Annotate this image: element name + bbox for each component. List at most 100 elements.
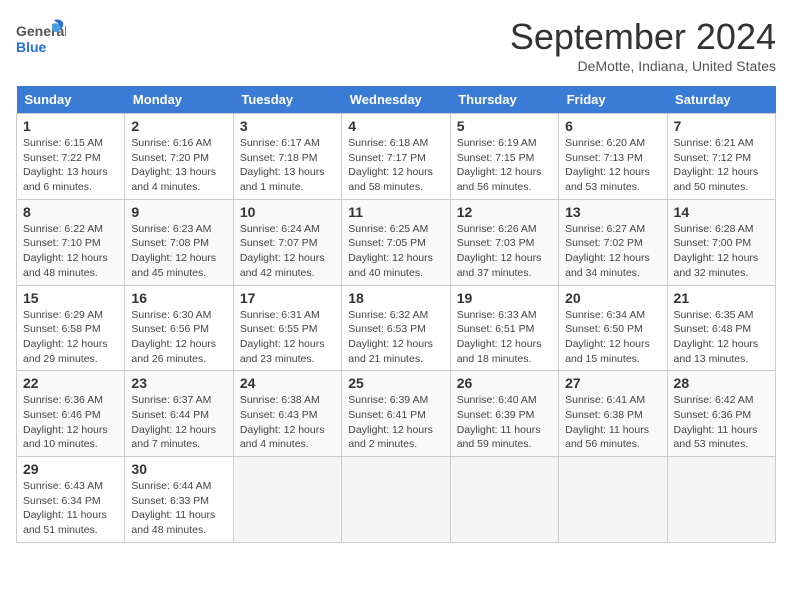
col-header-friday: Friday [559, 86, 667, 114]
calendar-cell: 21 Sunrise: 6:35 AMSunset: 6:48 PMDayligh… [667, 285, 775, 371]
calendar-header: SundayMondayTuesdayWednesdayThursdayFrid… [17, 86, 776, 114]
day-detail: Sunrise: 6:43 AMSunset: 6:34 PMDaylight:… [23, 479, 118, 538]
col-header-sunday: Sunday [17, 86, 125, 114]
calendar-cell: 16 Sunrise: 6:30 AMSunset: 6:56 PMDayligh… [125, 285, 233, 371]
day-number: 9 [131, 204, 226, 220]
calendar-cell: 30 Sunrise: 6:44 AMSunset: 6:33 PMDayligh… [125, 457, 233, 543]
calendar-cell: 22 Sunrise: 6:36 AMSunset: 6:46 PMDayligh… [17, 371, 125, 457]
day-number: 18 [348, 290, 443, 306]
calendar-cell [667, 457, 775, 543]
day-number: 30 [131, 461, 226, 477]
day-detail: Sunrise: 6:23 AMSunset: 7:08 PMDaylight:… [131, 222, 226, 281]
calendar-cell: 2 Sunrise: 6:16 AMSunset: 7:20 PMDaylight… [125, 114, 233, 200]
day-number: 3 [240, 118, 335, 134]
logo: General Blue [16, 16, 66, 66]
calendar-cell: 18 Sunrise: 6:32 AMSunset: 6:53 PMDayligh… [342, 285, 450, 371]
calendar-week-2: 8 Sunrise: 6:22 AMSunset: 7:10 PMDaylight… [17, 199, 776, 285]
day-number: 17 [240, 290, 335, 306]
day-detail: Sunrise: 6:37 AMSunset: 6:44 PMDaylight:… [131, 393, 226, 452]
day-number: 8 [23, 204, 118, 220]
day-detail: Sunrise: 6:39 AMSunset: 6:41 PMDaylight:… [348, 393, 443, 452]
day-detail: Sunrise: 6:40 AMSunset: 6:39 PMDaylight:… [457, 393, 552, 452]
day-detail: Sunrise: 6:42 AMSunset: 6:36 PMDaylight:… [674, 393, 769, 452]
day-number: 25 [348, 375, 443, 391]
calendar-cell: 9 Sunrise: 6:23 AMSunset: 7:08 PMDaylight… [125, 199, 233, 285]
day-detail: Sunrise: 6:19 AMSunset: 7:15 PMDaylight:… [457, 136, 552, 195]
day-number: 28 [674, 375, 769, 391]
day-detail: Sunrise: 6:32 AMSunset: 6:53 PMDaylight:… [348, 308, 443, 367]
calendar-cell: 17 Sunrise: 6:31 AMSunset: 6:55 PMDayligh… [233, 285, 341, 371]
col-header-tuesday: Tuesday [233, 86, 341, 114]
calendar-cell: 19Sunrise: 6:33 AMSunset: 6:51 PMDayligh… [450, 285, 558, 371]
day-number: 12 [457, 204, 552, 220]
calendar-cell [233, 457, 341, 543]
col-header-thursday: Thursday [450, 86, 558, 114]
day-detail: Sunrise: 6:20 AMSunset: 7:13 PMDaylight:… [565, 136, 660, 195]
day-detail: Sunrise: 6:21 AMSunset: 7:12 PMDaylight:… [674, 136, 769, 195]
day-number: 29 [23, 461, 118, 477]
calendar-cell: 20 Sunrise: 6:34 AMSunset: 6:50 PMDayligh… [559, 285, 667, 371]
calendar-cell: 15 Sunrise: 6:29 AMSunset: 6:58 PMDayligh… [17, 285, 125, 371]
calendar-cell: 28 Sunrise: 6:42 AMSunset: 6:36 PMDayligh… [667, 371, 775, 457]
day-number: 16 [131, 290, 226, 306]
col-header-monday: Monday [125, 86, 233, 114]
location: DeMotte, Indiana, United States [510, 58, 776, 74]
day-number: 23 [131, 375, 226, 391]
calendar-week-4: 22 Sunrise: 6:36 AMSunset: 6:46 PMDayligh… [17, 371, 776, 457]
day-detail: Sunrise: 6:24 AMSunset: 7:07 PMDaylight:… [240, 222, 335, 281]
day-number: 2 [131, 118, 226, 134]
calendar-body: 1Sunrise: 6:15 AMSunset: 7:22 PMDaylight… [17, 114, 776, 543]
day-number: 13 [565, 204, 660, 220]
calendar-cell: 24Sunrise: 6:38 AMSunset: 6:43 PMDayligh… [233, 371, 341, 457]
day-detail: Sunrise: 6:30 AMSunset: 6:56 PMDaylight:… [131, 308, 226, 367]
calendar-cell: 27 Sunrise: 6:41 AMSunset: 6:38 PMDayligh… [559, 371, 667, 457]
calendar-cell [559, 457, 667, 543]
day-number: 20 [565, 290, 660, 306]
day-detail: Sunrise: 6:29 AMSunset: 6:58 PMDaylight:… [23, 308, 118, 367]
calendar-cell: 4Sunrise: 6:18 AMSunset: 7:17 PMDaylight… [342, 114, 450, 200]
calendar-cell: 1Sunrise: 6:15 AMSunset: 7:22 PMDaylight… [17, 114, 125, 200]
calendar-cell: 23 Sunrise: 6:37 AMSunset: 6:44 PMDayligh… [125, 371, 233, 457]
page-header: General Blue September 2024 DeMotte, Ind… [16, 16, 776, 74]
day-number: 22 [23, 375, 118, 391]
day-number: 21 [674, 290, 769, 306]
calendar-cell: 10 Sunrise: 6:24 AMSunset: 7:07 PMDayligh… [233, 199, 341, 285]
day-detail: Sunrise: 6:41 AMSunset: 6:38 PMDaylight:… [565, 393, 660, 452]
day-detail: Sunrise: 6:25 AMSunset: 7:05 PMDaylight:… [348, 222, 443, 281]
day-detail: Sunrise: 6:34 AMSunset: 6:50 PMDaylight:… [565, 308, 660, 367]
calendar-cell: 3 Sunrise: 6:17 AMSunset: 7:18 PMDaylight… [233, 114, 341, 200]
calendar-cell: 8 Sunrise: 6:22 AMSunset: 7:10 PMDaylight… [17, 199, 125, 285]
day-detail: Sunrise: 6:16 AMSunset: 7:20 PMDaylight:… [131, 136, 226, 195]
calendar-cell: 26Sunrise: 6:40 AMSunset: 6:39 PMDayligh… [450, 371, 558, 457]
col-header-wednesday: Wednesday [342, 86, 450, 114]
calendar-table: SundayMondayTuesdayWednesdayThursdayFrid… [16, 86, 776, 543]
day-detail: Sunrise: 6:36 AMSunset: 6:46 PMDaylight:… [23, 393, 118, 452]
calendar-cell [450, 457, 558, 543]
day-number: 10 [240, 204, 335, 220]
day-detail: Sunrise: 6:18 AMSunset: 7:17 PMDaylight:… [348, 136, 443, 195]
month-title: September 2024 [510, 16, 776, 58]
calendar-cell: 13Sunrise: 6:27 AMSunset: 7:02 PMDayligh… [559, 199, 667, 285]
day-detail: Sunrise: 6:17 AMSunset: 7:18 PMDaylight:… [240, 136, 335, 195]
day-detail: Sunrise: 6:22 AMSunset: 7:10 PMDaylight:… [23, 222, 118, 281]
calendar-cell: 29 Sunrise: 6:43 AMSunset: 6:34 PMDayligh… [17, 457, 125, 543]
day-detail: Sunrise: 6:35 AMSunset: 6:48 PMDaylight:… [674, 308, 769, 367]
day-detail: Sunrise: 6:38 AMSunset: 6:43 PMDaylight:… [240, 393, 335, 452]
logo-icon: General Blue [16, 16, 66, 61]
day-number: 5 [457, 118, 552, 134]
day-detail: Sunrise: 6:26 AMSunset: 7:03 PMDaylight:… [457, 222, 552, 281]
day-detail: Sunrise: 6:44 AMSunset: 6:33 PMDaylight:… [131, 479, 226, 538]
day-detail: Sunrise: 6:15 AMSunset: 7:22 PMDaylight:… [23, 136, 118, 195]
day-number: 15 [23, 290, 118, 306]
day-detail: Sunrise: 6:31 AMSunset: 6:55 PMDaylight:… [240, 308, 335, 367]
day-number: 11 [348, 204, 443, 220]
header-row: SundayMondayTuesdayWednesdayThursdayFrid… [17, 86, 776, 114]
svg-text:Blue: Blue [16, 39, 47, 55]
calendar-cell: 7Sunrise: 6:21 AMSunset: 7:12 PMDaylight… [667, 114, 775, 200]
day-number: 27 [565, 375, 660, 391]
calendar-cell: 14Sunrise: 6:28 AMSunset: 7:00 PMDayligh… [667, 199, 775, 285]
calendar-cell: 11 Sunrise: 6:25 AMSunset: 7:05 PMDayligh… [342, 199, 450, 285]
calendar-week-1: 1Sunrise: 6:15 AMSunset: 7:22 PMDaylight… [17, 114, 776, 200]
day-number: 19 [457, 290, 552, 306]
day-number: 6 [565, 118, 660, 134]
